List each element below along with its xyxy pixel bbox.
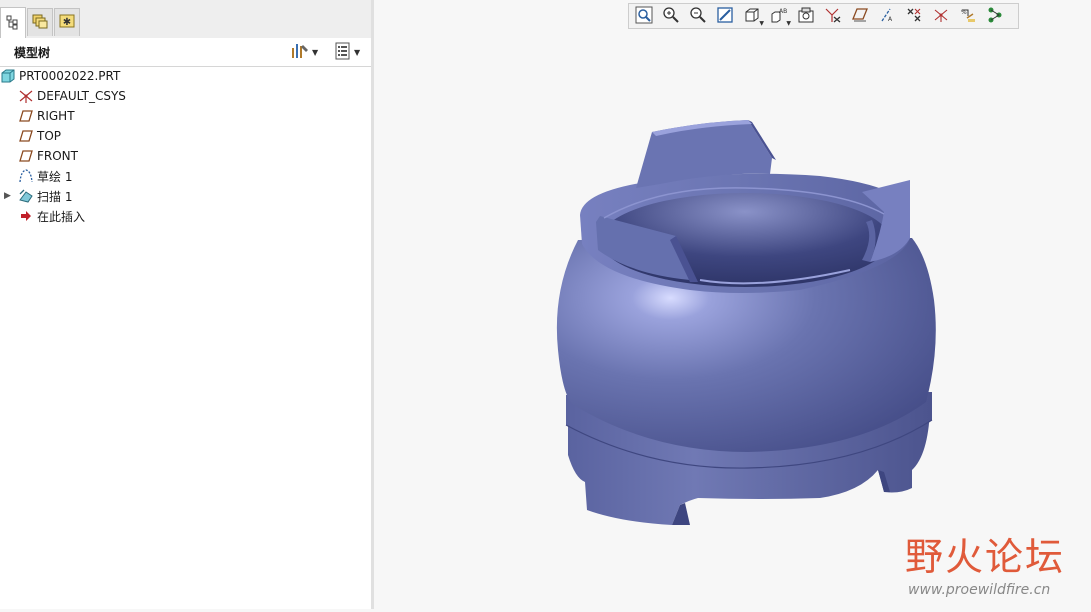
chevron-down-icon: ▼ [786,20,791,27]
csys-display-button[interactable] [929,5,953,27]
point-display-icon [905,6,923,27]
watermark-url: www.proewildfire.cn [908,582,1051,598]
tree-node-root[interactable]: PRT0002022.PRT [0,66,120,86]
tree-item-sweep[interactable]: ▶ 扫描 1 [0,186,72,206]
saved-orientations-icon: AB [770,6,788,27]
tree-item-right[interactable]: RIGHT [18,106,75,126]
tree-item-label: 草绘 1 [37,169,73,184]
view-manager-button[interactable] [794,5,818,27]
zoom-in-icon [662,6,680,27]
model-tree-panel: ✱ 模型树 ▼ ▼ PRT0002022.PRT DEFAULT_CSYS RI… [0,0,372,609]
tree-filter-icon [334,42,352,63]
part-icon [0,68,16,84]
tree-settings-button[interactable]: ▼ [290,42,318,62]
model-3d-view[interactable] [374,30,1091,609]
expand-arrow-icon[interactable]: ▶ [4,191,11,201]
axis-display-button[interactable]: A [875,5,899,27]
display-style-button[interactable]: ▼ [740,5,764,27]
model-tree-title: 模型树 [14,46,51,60]
sketch-icon [18,168,34,184]
datum-display-filter-icon [824,6,842,27]
repaint-icon [716,6,734,27]
model-tree-icon [5,14,21,33]
layers-icon [32,13,48,32]
annotation-display-icon: % [959,6,977,27]
favorites-star-icon: ✱ [59,13,75,32]
display-style-icon [743,6,761,27]
plane-display-button[interactable] [848,5,872,27]
graphics-viewport[interactable] [374,30,1091,609]
refit-button[interactable] [632,5,656,27]
tree-item-top[interactable]: TOP [18,126,61,146]
point-display-button[interactable] [902,5,926,27]
tree-item-label: RIGHT [37,109,75,123]
tree-settings-icon [290,42,310,63]
saved-orientations-button[interactable]: AB ▼ [767,5,791,27]
tree-item-label: DEFAULT_CSYS [37,89,126,103]
chevron-down-icon: ▼ [312,47,319,57]
svg-text:A: A [888,16,893,23]
datum-plane-icon [18,128,34,144]
axis-display-icon: A [878,6,896,27]
sweep-icon [18,188,34,204]
watermark-logo-text: 野火论坛 [905,535,1066,579]
svg-text:✱: ✱ [63,17,71,28]
tree-item-front[interactable]: FRONT [18,146,78,166]
model-tree-header: 模型树 ▼ ▼ [0,38,371,67]
tree-item-label: FRONT [37,149,78,163]
csys-display-icon [932,6,950,27]
tree-item-default-csys[interactable]: DEFAULT_CSYS [18,86,126,106]
zoom-out-button[interactable] [686,5,710,27]
chevron-down-icon: ▼ [759,20,764,27]
tab-layers[interactable] [27,8,53,36]
spin-center-button[interactable] [983,5,1007,27]
panel-tab-strip: ✱ [0,0,372,39]
forum-watermark: 野火论坛 www.proewildfire.cn [905,526,1085,606]
spin-center-icon [986,6,1004,27]
annotation-display-button[interactable]: % [956,5,980,27]
refit-icon [635,6,653,27]
tree-item-insert-here[interactable]: 在此插入 [18,206,85,226]
tab-favorites[interactable]: ✱ [54,8,80,36]
svg-text:AB: AB [779,8,787,15]
tab-model-tree[interactable] [0,7,26,38]
tree-item-sketch[interactable]: 草绘 1 [18,166,72,186]
datum-display-filter-button[interactable] [821,5,845,27]
zoom-out-icon [689,6,707,27]
tree-item-label: 扫描 1 [37,189,73,204]
chevron-down-icon: ▼ [354,47,361,57]
graphics-toolbar: ▼ AB ▼ A % [628,3,1019,29]
zoom-in-button[interactable] [659,5,683,27]
tree-item-label: 在此插入 [37,209,86,224]
datum-plane-icon [18,108,34,124]
plane-display-icon [851,6,869,27]
tree-root-label: PRT0002022.PRT [19,69,121,83]
csys-icon [18,88,34,104]
insert-here-arrow-icon [18,208,34,224]
svg-text:%: % [961,9,967,16]
repaint-button[interactable] [713,5,737,27]
datum-plane-icon [18,148,34,164]
view-manager-icon [797,6,815,27]
tree-filter-button[interactable]: ▼ [334,42,360,62]
tree-item-label: TOP [37,129,62,143]
